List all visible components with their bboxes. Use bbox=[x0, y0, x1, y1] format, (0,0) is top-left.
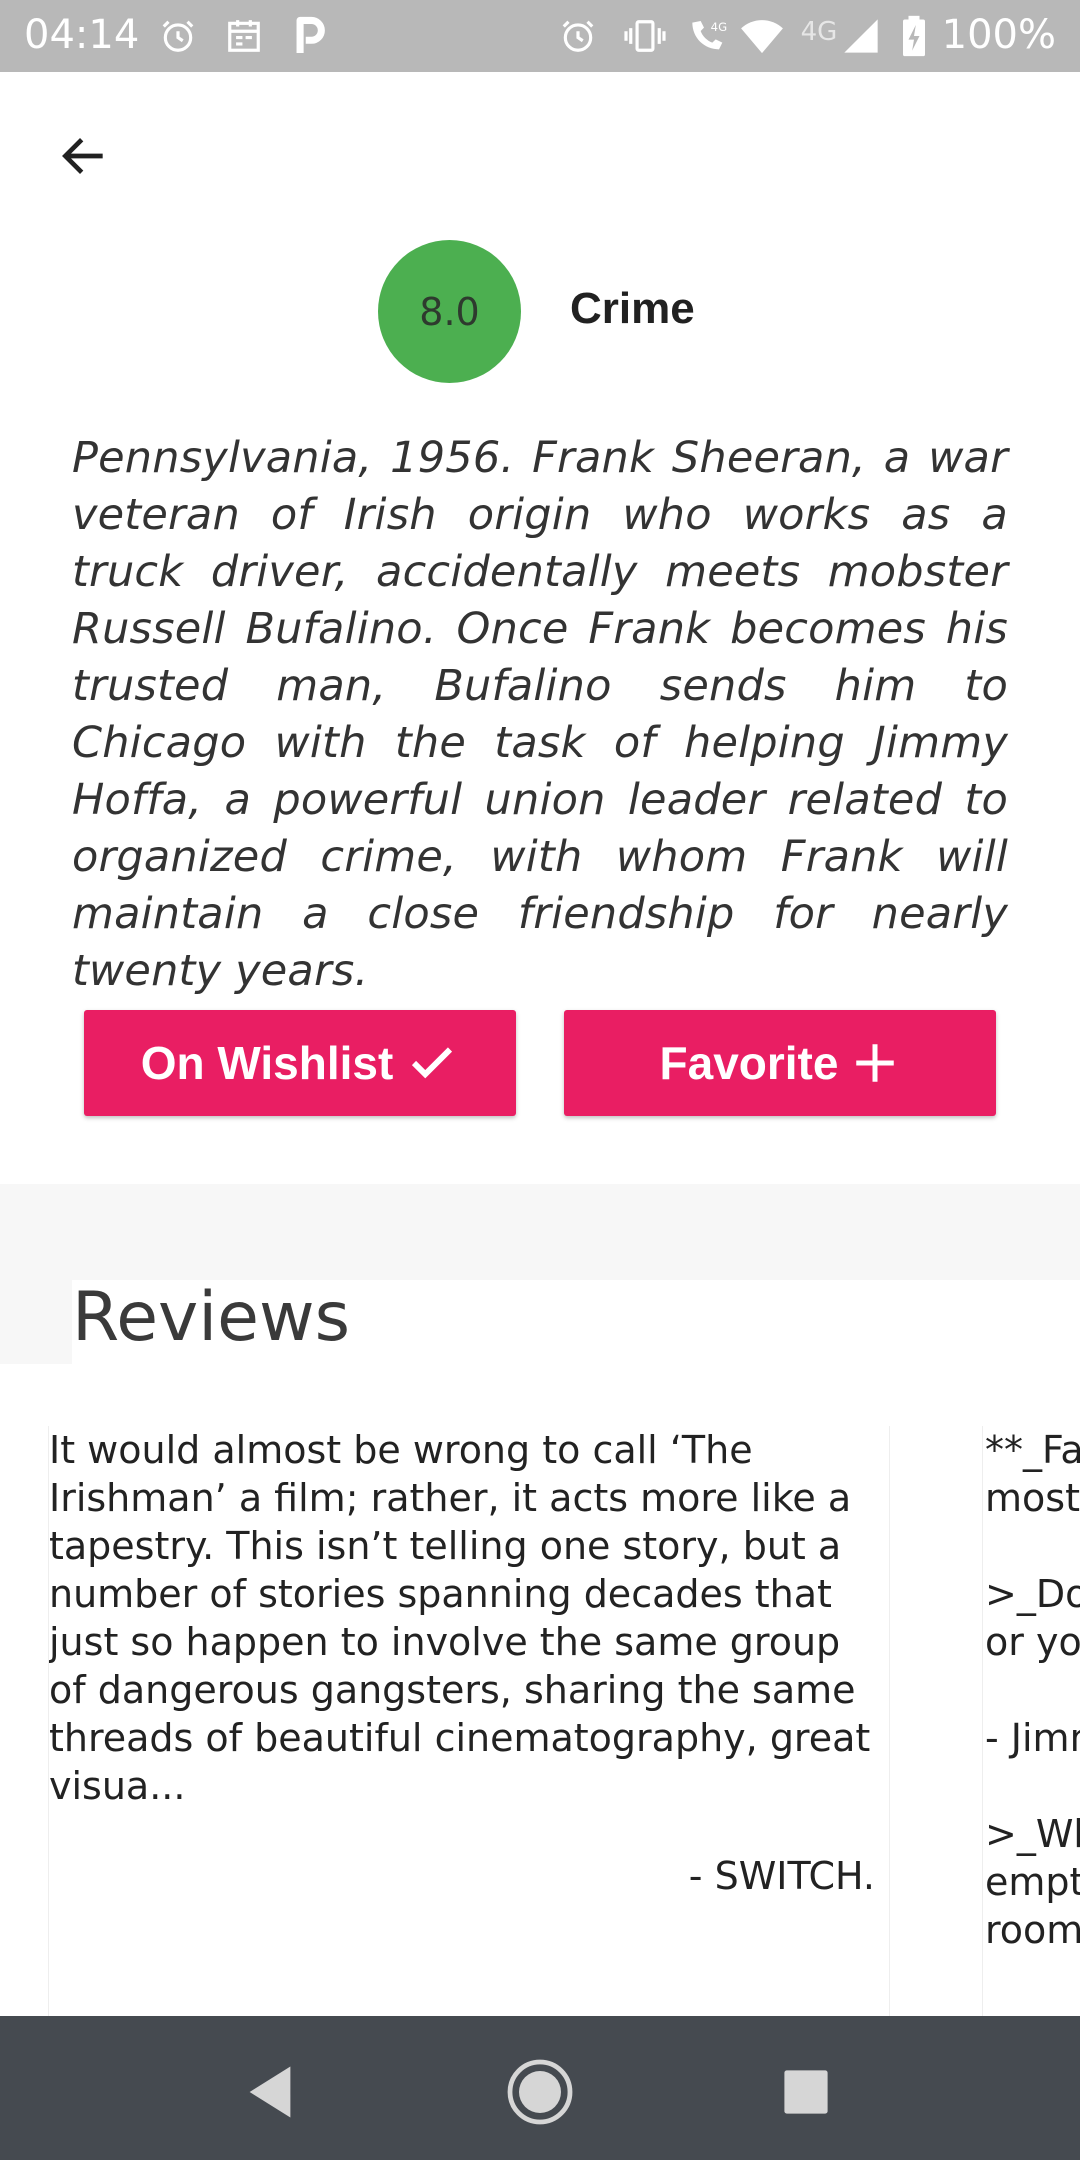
movie-overview: Pennsylvania, 1956. Frank Sheeran, a war… bbox=[72, 433, 1008, 996]
nav-home-button[interactable] bbox=[500, 2052, 580, 2132]
section-divider-edge bbox=[0, 1280, 72, 1364]
calendar-icon bbox=[222, 14, 266, 58]
nav-home-icon bbox=[507, 2059, 573, 2125]
system-nav-bar bbox=[0, 2016, 1080, 2160]
review-card[interactable]: It would almost be wrong to call ‘The Ir… bbox=[48, 1426, 890, 2016]
battery-charging-icon bbox=[896, 14, 932, 58]
network-label: 4G bbox=[711, 20, 727, 34]
review-author: - SWITCH. bbox=[688, 1854, 875, 1898]
back-arrow-icon bbox=[62, 138, 103, 174]
back-button[interactable] bbox=[44, 116, 124, 196]
parking-icon bbox=[292, 14, 328, 58]
wifi-call-icon: 4G bbox=[684, 14, 734, 58]
alarm-icon bbox=[556, 14, 600, 58]
favorite-button[interactable]: Favorite bbox=[564, 1010, 996, 1116]
section-divider bbox=[0, 1184, 1080, 1280]
rating-value: 8.0 bbox=[419, 289, 480, 334]
wishlist-button-label: On Wishlist bbox=[140, 1037, 394, 1089]
alarm-icon bbox=[158, 14, 198, 58]
nav-back-button[interactable] bbox=[230, 2052, 310, 2132]
rating-badge: 8.0 bbox=[378, 240, 521, 383]
reviews-heading: Reviews bbox=[72, 1278, 351, 1357]
wishlist-button[interactable]: On Wishlist bbox=[84, 1010, 516, 1116]
nav-recents-icon bbox=[784, 2070, 828, 2114]
network-type-label: 4G bbox=[800, 17, 838, 47]
status-time: 04:14 bbox=[24, 12, 140, 58]
vibrate-icon bbox=[620, 14, 670, 58]
battery-percent: 100% bbox=[941, 12, 1056, 58]
review-card[interactable]: **_Fa most >_Do or yo - Jimm >_Wh empt r… bbox=[982, 1426, 1080, 2016]
signal-icon bbox=[838, 14, 884, 58]
review-text: **_Fa most >_Do or yo - Jimm >_Wh empt r… bbox=[985, 1428, 1080, 1952]
check-icon bbox=[405, 1036, 459, 1090]
nav-back-icon bbox=[249, 2066, 291, 2118]
status-bar: 04:14 4G 4G 100% bbox=[0, 0, 1080, 72]
wifi-icon bbox=[738, 14, 786, 58]
nav-recents-button[interactable] bbox=[766, 2052, 846, 2132]
favorite-button-label: Favorite bbox=[659, 1037, 839, 1089]
plus-icon bbox=[850, 1038, 900, 1088]
genre-label: Crime bbox=[570, 284, 695, 333]
review-text: It would almost be wrong to call ‘The Ir… bbox=[49, 1428, 871, 1808]
